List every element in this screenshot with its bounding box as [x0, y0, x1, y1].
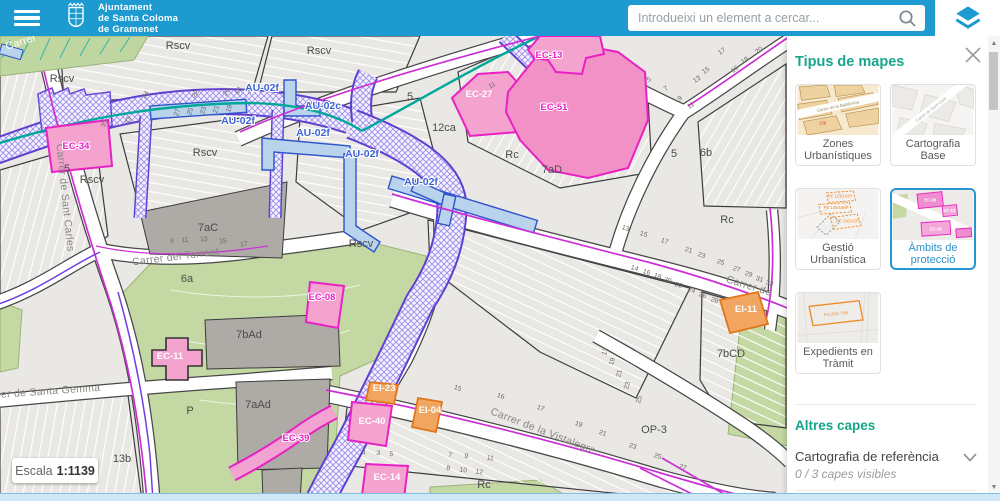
map-type-label: Cartografia Base [891, 135, 975, 165]
search-bar [628, 5, 925, 31]
map-types-panel: Tipus de mapes Carrer de la Balldovina 1… [787, 36, 1000, 501]
map-label: EC-13 [536, 50, 563, 61]
svg-text:PE 146/166P: PE 146/166P [824, 205, 849, 210]
map-label: EC-39 [283, 433, 310, 444]
layer-group-row[interactable]: Cartografia de referència 0 / 3 capes vi… [795, 449, 977, 481]
scrollbar-down-icon[interactable]: ▼ [990, 484, 998, 491]
map-label: AU-02f [404, 176, 438, 188]
menu-button[interactable] [14, 10, 40, 27]
map-type-card-gesti-urban-stica[interactable]: PE 113/142P PE 146/166P PE 09/142P Gestió U… [795, 188, 881, 270]
layer-group-name: Cartografia de referència [795, 449, 939, 464]
map-label: 7aD [542, 164, 562, 176]
layers-icon[interactable] [954, 5, 982, 31]
map-label: 12ca [432, 122, 457, 134]
map-type-label: Àmbits de protecció [892, 240, 974, 268]
svg-text:EC-13: EC-13 [943, 208, 956, 213]
svg-text:EC-08: EC-08 [924, 198, 937, 203]
map-label: Rscv [80, 174, 105, 186]
layer-group-status: 0 / 3 capes visibles [795, 467, 939, 481]
map-type-card-expedients-en-tr-mit[interactable]: PU-202 / PMExpedients en Tràmit [795, 292, 881, 374]
map-type-thumbnail: PU-202 / PM [796, 293, 880, 343]
map-label: Rscv [193, 147, 218, 159]
map-label: 7aAd [245, 399, 271, 411]
map-label: EC-08 [309, 292, 336, 303]
chevron-down-icon[interactable] [963, 453, 977, 462]
map-label: 11 [181, 237, 189, 245]
map-type-card--mbits-de-protecci-[interactable]: EC-08 EC-13 EC-39 Àmbits de protecció [890, 188, 976, 270]
map-label: Rscv [307, 45, 332, 57]
map-label: 7bCD [717, 348, 745, 360]
map-type-label: Gestió Urbanística [796, 239, 880, 269]
map-label: Rc [505, 149, 519, 161]
map-label: EC-14 [374, 472, 402, 483]
map-label: AU-02c [305, 100, 341, 112]
map-type-label: Expedients en Tràmit [796, 343, 880, 373]
map-label: AU-02f [296, 127, 330, 139]
panel-scrollbar[interactable]: ▲ ▼ [988, 36, 1000, 501]
map-label: AU-02f [245, 82, 279, 94]
svg-text:PE 09/142P: PE 09/142P [836, 219, 859, 224]
map-label: 5 [671, 148, 677, 160]
map-type-thumbnail: Carrer de la Balldovina 136 [796, 85, 880, 135]
map-label: P [186, 405, 193, 417]
map-label: 15 [219, 238, 227, 246]
app-header: Ajuntament de Santa Coloma de Gramenet [0, 0, 935, 36]
map-label: 11 [486, 455, 494, 463]
scale-value: 1:1139 [57, 464, 95, 478]
attribution-bar [0, 493, 1000, 501]
map-label: OP-3 [641, 424, 667, 436]
svg-text:PE 113/142P: PE 113/142P [828, 194, 853, 199]
scale-prefix: Escala [15, 464, 53, 478]
other-layers-section: Altres capes Cartografia de referència 0… [795, 404, 977, 501]
map-type-thumbnail: Carrer de Sant Lluís [891, 85, 975, 135]
city-crest-logo [62, 1, 90, 36]
map-label: EI-04 [419, 405, 442, 416]
map-type-card-zones-urban-stiques[interactable]: Carrer de la Balldovina 136Zones Urbanís… [795, 84, 881, 166]
svg-text:EC-39: EC-39 [930, 226, 943, 231]
map-label: Rscv [50, 73, 75, 85]
scale-indicator: Escala 1:1139 [12, 458, 98, 483]
map-label: 13b [113, 453, 131, 465]
gis-viewer-app: Rscv Rscv Rscv Rscv Rscv Rscv 12ca Rc Rc Rc 7aD 6b 7… [0, 0, 1000, 501]
map-label: 7bAd [236, 329, 262, 341]
map-label: 13 [200, 236, 208, 244]
map-type-thumbnail: PE 113/142P PE 146/166P PE 09/142P [796, 189, 880, 239]
map-label: 6b [700, 147, 712, 159]
close-icon[interactable] [964, 46, 982, 64]
map-label: 7aC [198, 222, 218, 234]
scrollbar-up-icon[interactable]: ▲ [990, 40, 998, 47]
other-layers-title: Altres capes [795, 418, 977, 433]
map-label: EI-23 [373, 383, 396, 394]
map-label: 10 [459, 467, 468, 475]
search-input[interactable] [628, 11, 898, 25]
map-label: 17 [240, 241, 248, 249]
map-type-card-cartografia-base[interactable]: Carrer de Sant LluísCartografia Base [890, 84, 976, 166]
map-label: 6a [181, 273, 194, 285]
map-label: EC-27 [466, 89, 493, 100]
map-label: 12 [475, 469, 484, 477]
map-label: AU-02f [345, 148, 379, 160]
layers-toolbar [935, 0, 1000, 36]
panel-title: Tipus de mapes [795, 54, 976, 70]
map-type-thumbnail: EC-08 EC-13 EC-39 [892, 190, 974, 240]
org-name: Ajuntament de Santa Coloma de Gramenet [98, 2, 178, 35]
search-icon[interactable] [898, 9, 917, 28]
map-type-grid: Carrer de la Balldovina 136Zones Urbanís… [795, 84, 977, 374]
map-label: Rscv [349, 238, 374, 250]
map-label: EC-40 [359, 416, 386, 427]
map-label: Rscv [166, 40, 191, 52]
map-label: Rc [720, 214, 734, 226]
map-label: EI-11 [735, 304, 758, 315]
map-type-label: Zones Urbanístiques [796, 135, 880, 165]
svg-text:136: 136 [819, 120, 827, 125]
map-label: 5 [407, 91, 413, 103]
map-label: Rc [477, 479, 491, 491]
map-label: EC-51 [541, 102, 569, 113]
map-label: AU-02f [221, 115, 255, 127]
map-label: EC-11 [157, 351, 184, 362]
scrollbar-thumb[interactable] [989, 52, 998, 110]
map-label: EC-34 [63, 141, 91, 152]
